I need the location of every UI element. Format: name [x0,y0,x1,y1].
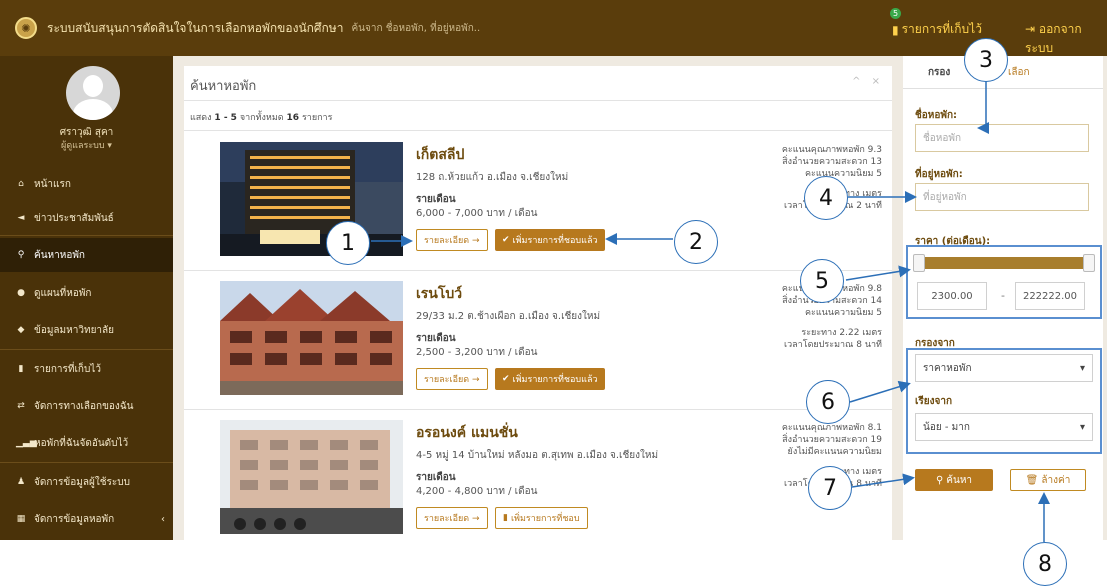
search-icon: ⚲ [935,474,944,486]
sidebar-item-news[interactable]: ◄ ข่าวประชาสัมพันธ์ [0,201,173,235]
add-favorite-button[interactable]: ▮ เพิ่มรายการที่ชอบ [495,507,588,529]
sidebar-item-label: ค้นหาหอพัก [34,249,85,261]
callout-1: 1 [326,221,370,265]
bookmark-icon: ▮ [503,513,508,523]
sidebar-item-label: จัดการข้อมูลผู้ใช้ระบบ [34,476,130,488]
saved-items-link[interactable]: 5 ▮ รายการที่เก็บไว้ [890,8,982,39]
sidebar-item-label: จัดการข้อมูลหอพัก [34,513,115,525]
dorm-address: 128 ถ.ห้วยแก้ว อ.เมือง จ.เชียงใหม่ [416,172,569,183]
dorm-price: 2,500 - 3,200 บาท / เดือน [416,347,538,358]
sidebar-item-ranked[interactable]: ▁▃▅ หอพักที่ฉันจัดอันดับไว้ [0,426,173,460]
dorm-name-input[interactable]: ชื่อหอพัก [915,124,1089,152]
sidebar-item-label: ข่าวประชาสัมพันธ์ [34,212,114,224]
sidebar-item-manage-dorms[interactable]: ▦ จัดการข้อมูลหอพัก ‹ [0,502,173,536]
sidebar-item-university[interactable]: ◆ ข้อมูลมหาวิทยาลัย [0,313,173,347]
avatar [66,66,120,120]
university-logo-icon: ✺ [15,17,37,39]
list-item: เก็ตสลีป 128 ถ.ห้วยแก้ว อ.เมือง จ.เชียงใ… [184,132,892,264]
saved-count-badge: 5 [890,8,902,19]
bullhorn-icon: ◄ [17,213,25,223]
list-item: เรนโบว์ 29/33 ม.2 ต.ช้างเผือก อ.เมือง จ.… [184,271,892,403]
dorm-price: 4,200 - 4,800 บาท / เดือน [416,486,538,497]
user-role-dropdown[interactable]: ผู้ดูแลระบบ ▾ [0,138,173,152]
detail-button[interactable]: รายละเอียด → [416,229,488,251]
tab-filter[interactable]: กรอง [928,65,950,80]
dorm-name[interactable]: เรนโบว์ [416,283,462,305]
monthly-label: รายเดือน [416,194,456,205]
dorm-name-label: ชื่อหอพัก: [915,110,958,121]
saved-items-label: รายการที่เก็บไว้ [901,22,982,36]
trash-icon: 🗑 [1025,474,1039,486]
panel-collapse-close-icons[interactable]: ^ × [852,76,884,87]
callout-7: 7 [808,466,852,510]
added-favorite-button[interactable]: ✔ เพิ่มรายการที่ชอบแล้ว [495,229,605,251]
callout-5: 5 [800,259,844,303]
sidebar-item-label: รายการที่เก็บไว้ [34,363,101,375]
monthly-label: รายเดือน [416,333,456,344]
bookmark-icon: ▮ [892,22,899,37]
annotation-box-sort [906,348,1102,454]
exchange-icon: ⇄ [17,401,25,411]
callout-6: 6 [806,380,850,424]
sidebar-item-my-choices[interactable]: ⇄ จัดการทางเลือกของฉัน [0,389,173,423]
user-icon: ♟ [16,477,26,487]
detail-button[interactable]: รายละเอียด → [416,507,488,529]
dorm-address-input[interactable]: ที่อยู่หอพัก [915,183,1089,211]
search-results-panel: ค้นหาหอพัก ^ × แสดง 1 - 5 จากทั้งหมด 16 … [184,66,892,540]
result-count: แสดง 1 - 5 จากทั้งหมด 16 รายการ [190,113,333,123]
page-title: ค้นหาหอพัก [190,79,257,94]
dorm-photo[interactable] [220,420,403,534]
dorm-photo[interactable] [220,142,403,256]
dorm-price: 6,000 - 7,000 บาท / เดือน [416,208,538,219]
dorm-address: 4-5 หมู่ 14 บ้านใหม่ หลังมอ ต.สุเทพ อ.เม… [416,450,659,461]
added-favorite-button[interactable]: ✔ เพิ่มรายการที่ชอบแล้ว [495,368,605,390]
dorm-address-label: ที่อยู่หอพัก: [915,169,963,180]
callout-4: 4 [804,176,848,220]
building-icon: ▦ [16,514,26,524]
dorm-name[interactable]: อรอนงค์ แมนชั่น [416,422,518,444]
callout-2: 2 [674,220,718,264]
sidebar-item-label: หน้าแรก [34,178,71,190]
check-icon: ✔ [502,374,510,384]
clear-button[interactable]: 🗑 ล้างค่า [1010,469,1086,491]
callout-3: 3 [964,38,1008,82]
app-title: ระบบสนับสนุนการตัดสินใจในการเลือกหอพักขอ… [47,20,344,35]
global-search-hint[interactable]: ค้นจาก ชื่อหอพัก, ที่อยู่หอพัก.. [351,21,480,36]
chevron-left-icon: ‹ [161,513,165,525]
search-icon: ⚲ [17,250,25,260]
monthly-label: รายเดือน [416,472,456,483]
dorm-photo[interactable] [220,281,403,395]
sidebar-item-label: ดูแผนที่หอพัก [34,287,92,299]
bookmark-icon: ▮ [18,364,24,374]
check-icon: ✔ [502,235,510,245]
sidebar-item-label: ข้อมูลมหาวิทยาลัย [34,324,115,336]
sidebar-item-label: จัดการทางเลือกของฉัน [34,400,134,412]
map-marker-icon: ● [17,288,25,298]
sign-out-icon: ⇥ [1025,22,1036,36]
sidebar-item-manage-users[interactable]: ♟ จัดการข้อมูลผู้ใช้ระบบ [0,465,173,499]
sidebar-item-home[interactable]: ⌂ หน้าแรก [0,167,173,201]
sidebar-item-search-dorm[interactable]: ⚲ ค้นหาหอพัก [0,238,173,272]
annotation-box-price [906,245,1102,319]
logout-link[interactable]: ⇥ ออกจากระบบ [1025,20,1107,58]
sidebar-item-label: หอพักที่ฉันจัดอันดับไว้ [34,437,129,449]
search-button[interactable]: ⚲ ค้นหา [915,469,993,491]
dorm-address: 29/33 ม.2 ต.ช้างเผือก อ.เมือง จ.เชียงใหม… [416,311,601,322]
sidebar: ศราวุฒิ สุคา ผู้ดูแลระบบ ▾ ⌂ หน้าแรก ◄ ข… [0,56,173,540]
tab-choose[interactable]: เลือก [1008,65,1030,80]
graduation-cap-icon: ◆ [17,325,25,335]
app-window: ✺ ระบบสนับสนุนการตัดสินใจในการเลือกหอพัก… [0,0,1107,540]
detail-button[interactable]: รายละเอียด → [416,368,488,390]
bar-chart-icon: ▁▃▅ [16,438,37,448]
callout-8: 8 [1023,542,1067,586]
home-icon: ⌂ [18,179,24,189]
sidebar-item-saved[interactable]: ▮ รายการที่เก็บไว้ [0,352,173,386]
list-item: อรอนงค์ แมนชั่น 4-5 หมู่ 14 บ้านใหม่ หลั… [184,410,892,540]
dorm-name[interactable]: เก็ตสลีป [416,144,464,166]
top-bar: ✺ ระบบสนับสนุนการตัดสินใจในการเลือกหอพัก… [0,0,1107,56]
sidebar-item-map[interactable]: ● ดูแผนที่หอพัก [0,276,173,310]
